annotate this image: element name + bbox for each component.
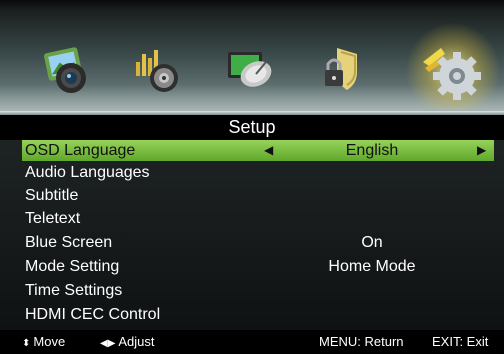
menu-item-label: Blue Screen: [25, 234, 113, 251]
up-down-arrow-icon: ⬍: [22, 338, 31, 349]
menu-item-subtitle[interactable]: Subtitle: [22, 185, 494, 206]
menu-item-audio-languages[interactable]: Audio Languages: [22, 162, 494, 183]
menu-item-value: Home Mode: [328, 258, 416, 275]
picture-icon[interactable]: [38, 40, 96, 98]
menu-item-label: Audio Languages: [25, 164, 150, 181]
menu-item-label: Subtitle: [25, 187, 79, 204]
menu-item-blue-screen[interactable]: Blue Screen On: [22, 232, 494, 253]
hint-exit: EXIT: Exit: [432, 334, 489, 349]
arrow-right-icon[interactable]: ▶: [477, 140, 486, 161]
menu-item-label: Time Settings: [25, 282, 123, 299]
arrow-left-icon[interactable]: ◀: [264, 140, 273, 161]
menu-item-label: OSD Language: [25, 142, 136, 159]
sound-icon[interactable]: [128, 40, 186, 98]
menu-item-hdmi-cec-control[interactable]: HDMI CEC Control: [22, 304, 494, 325]
setup-gear-icon[interactable]: [415, 32, 489, 106]
menu-item-value: English: [345, 142, 399, 159]
hint-move-label: Move: [33, 334, 66, 349]
menu-item-label: Teletext: [25, 210, 81, 227]
menu-item-osd-language[interactable]: OSD Language ◀ English ▶: [22, 140, 494, 161]
menu-item-label: HDMI CEC Control: [25, 306, 161, 323]
menu-item-value: On: [361, 234, 383, 251]
channel-icon[interactable]: [222, 40, 280, 98]
menu-item-time-settings[interactable]: Time Settings: [22, 280, 494, 301]
tv-osd-menu: Setup OSD Language ◀ English ▶ Audio Lan…: [0, 0, 504, 354]
menu-item-teletext[interactable]: Teletext: [22, 208, 494, 229]
menu-title: Setup: [0, 115, 504, 140]
left-right-arrow-icon: ◀▶: [100, 338, 116, 349]
menu-tab-bar: [0, 0, 504, 115]
footer-hints: ⬍ Move ◀▶ Adjust MENU: Return EXIT: Exit: [0, 330, 504, 354]
hint-adjust-label: Adjust: [118, 334, 155, 349]
setup-menu-list: OSD Language ◀ English ▶ Audio Languages…: [0, 140, 504, 330]
hint-menu-return: MENU: Return: [319, 334, 404, 349]
menu-item-label: Mode Setting: [25, 258, 120, 275]
menu-item-mode-setting[interactable]: Mode Setting Home Mode: [22, 256, 494, 277]
hint-move: ⬍ Move: [22, 330, 65, 354]
lock-icon[interactable]: [315, 40, 373, 98]
hint-adjust: ◀▶ Adjust: [100, 330, 155, 354]
